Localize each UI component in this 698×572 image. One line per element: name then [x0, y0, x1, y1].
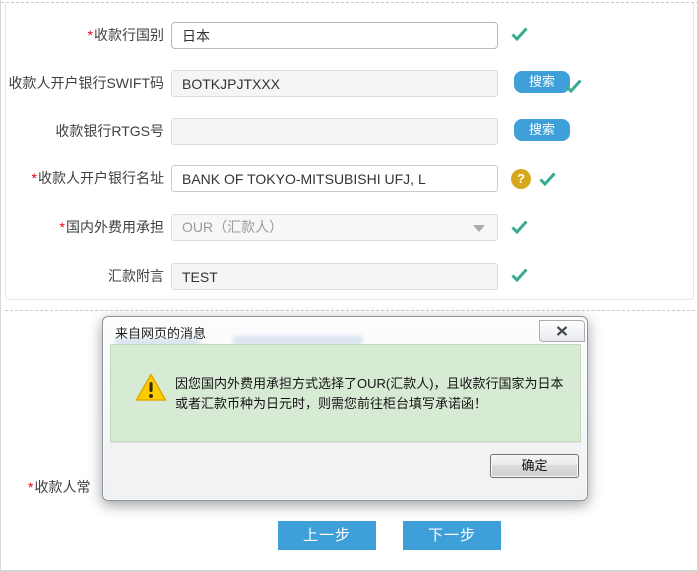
previous-step-button[interactable]: 上一步 [278, 521, 376, 550]
dialog-message-text: 因您国内外费用承担方式选择了OUR(汇款人)，且收款行国家为日本或者汇款币种为日… [175, 374, 575, 414]
required-asterisk: * [32, 170, 37, 186]
bank-name-address-label: *收款人开户银行名址 [1, 165, 164, 192]
chevron-down-icon [473, 225, 485, 232]
required-asterisk: * [60, 219, 65, 235]
fee-bearer-select[interactable]: OUR（汇款人） [171, 214, 498, 241]
dialog-message-area: 因您国内外费用承担方式选择了OUR(汇款人)，且收款行国家为日本或者汇款币种为日… [110, 344, 581, 442]
rtgs-number-input[interactable] [171, 118, 498, 145]
swift-code-input[interactable] [171, 70, 498, 97]
beneficiary-country-input[interactable] [171, 22, 498, 49]
check-icon [511, 220, 528, 234]
required-asterisk: * [88, 27, 93, 43]
fee-bearer-label: *国内外费用承担 [1, 214, 164, 241]
bank-name-address-input[interactable] [171, 165, 498, 192]
next-step-button[interactable]: 下一步 [403, 521, 501, 550]
beneficiary-common-info-label: *收款人常 [28, 477, 90, 497]
beneficiary-bank-form-page: *收款行国别 收款人开户银行SWIFT码 搜索 收款银行RTGS号 搜索 *收款… [0, 0, 698, 572]
warning-triangle-icon [135, 373, 167, 407]
check-icon [511, 268, 528, 282]
fee-bearer-selected-value: OUR（汇款人） [182, 219, 283, 235]
close-icon[interactable] [539, 320, 585, 342]
rtgs-number-label: 收款银行RTGS号 [1, 118, 164, 145]
check-icon [565, 79, 582, 93]
beneficiary-country-label: *收款行国别 [1, 22, 164, 49]
rtgs-search-button[interactable]: 搜索 [514, 119, 570, 141]
remittance-memo-label: 汇款附言 [1, 263, 164, 290]
check-icon [539, 172, 556, 186]
check-icon [511, 27, 528, 41]
webpage-message-dialog: 来自网页的消息 因您国内外费用承担方式选择了OUR(汇款人)，且收款行国家为日本… [102, 316, 588, 501]
swift-code-label: 收款人开户银行SWIFT码 [1, 70, 164, 97]
ok-button[interactable]: 确定 [490, 454, 579, 478]
section-dashed-divider [5, 310, 695, 311]
swift-search-button[interactable]: 搜索 [514, 71, 570, 93]
help-question-icon[interactable]: ? [511, 169, 531, 189]
remittance-memo-input[interactable] [171, 263, 498, 290]
required-asterisk: * [28, 479, 33, 495]
